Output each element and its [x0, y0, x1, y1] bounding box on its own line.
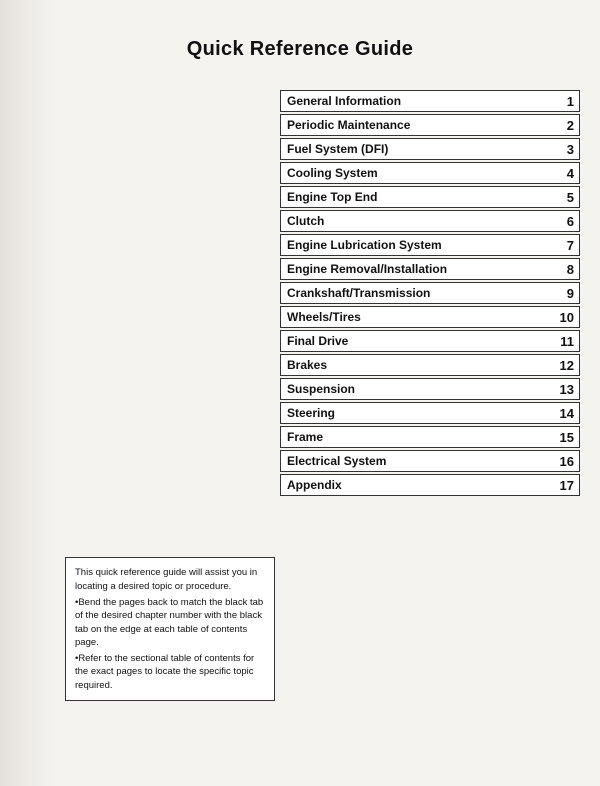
- toc-number: 7: [549, 235, 579, 255]
- note-line: This quick reference guide will assist y…: [75, 566, 265, 593]
- toc-row[interactable]: Suspension13: [280, 378, 580, 400]
- toc-label: Clutch: [281, 211, 549, 231]
- toc-number: 5: [549, 187, 579, 207]
- toc-label: Engine Top End: [281, 187, 549, 207]
- toc-row[interactable]: Steering14: [280, 402, 580, 424]
- note-line: •Bend the pages back to match the black …: [75, 596, 265, 649]
- toc-row[interactable]: Periodic Maintenance2: [280, 114, 580, 136]
- toc-row[interactable]: Final Drive11: [280, 330, 580, 352]
- toc-number: 3: [549, 139, 579, 159]
- toc-row[interactable]: Brakes12: [280, 354, 580, 376]
- toc-number: 10: [549, 307, 579, 327]
- toc-container: General Information1Periodic Maintenance…: [280, 90, 580, 498]
- toc-row[interactable]: Frame15: [280, 426, 580, 448]
- toc-label: Suspension: [281, 379, 549, 399]
- toc-number: 17: [549, 475, 579, 495]
- toc-number: 4: [549, 163, 579, 183]
- toc-row[interactable]: Crankshaft/Transmission9: [280, 282, 580, 304]
- note-box: This quick reference guide will assist y…: [65, 557, 275, 701]
- toc-row[interactable]: Wheels/Tires10: [280, 306, 580, 328]
- toc-label: General Information: [281, 91, 549, 111]
- toc-row[interactable]: Engine Top End5: [280, 186, 580, 208]
- toc-number: 15: [549, 427, 579, 447]
- toc-label: Final Drive: [281, 331, 549, 351]
- toc-label: Fuel System (DFI): [281, 139, 549, 159]
- toc-number: 11: [549, 331, 579, 351]
- page: Quick Reference Guide General Informatio…: [0, 0, 600, 786]
- toc-number: 12: [549, 355, 579, 375]
- toc-row[interactable]: Electrical System16: [280, 450, 580, 472]
- toc-label: Appendix: [281, 475, 549, 495]
- toc-number: 14: [549, 403, 579, 423]
- toc-row[interactable]: Fuel System (DFI)3: [280, 138, 580, 160]
- toc-number: 16: [549, 451, 579, 471]
- toc-number: 13: [549, 379, 579, 399]
- toc-number: 6: [549, 211, 579, 231]
- toc-row[interactable]: Engine Removal/Installation8: [280, 258, 580, 280]
- toc-row[interactable]: Appendix17: [280, 474, 580, 496]
- note-line: •Refer to the sectional table of content…: [75, 652, 265, 692]
- left-shadow: [0, 0, 55, 786]
- toc-label: Engine Lubrication System: [281, 235, 549, 255]
- page-title: Quick Reference Guide: [0, 0, 600, 79]
- toc-label: Cooling System: [281, 163, 549, 183]
- toc-label: Steering: [281, 403, 549, 423]
- toc-label: Frame: [281, 427, 549, 447]
- toc-number: 1: [549, 91, 579, 111]
- toc-number: 2: [549, 115, 579, 135]
- toc-label: Brakes: [281, 355, 549, 375]
- toc-row[interactable]: Cooling System4: [280, 162, 580, 184]
- toc-row[interactable]: Clutch6: [280, 210, 580, 232]
- toc-label: Electrical System: [281, 451, 549, 471]
- toc-label: Crankshaft/Transmission: [281, 283, 549, 303]
- toc-number: 8: [549, 259, 579, 279]
- toc-label: Engine Removal/Installation: [281, 259, 549, 279]
- toc-row[interactable]: Engine Lubrication System7: [280, 234, 580, 256]
- toc-label: Periodic Maintenance: [281, 115, 549, 135]
- toc-number: 9: [549, 283, 579, 303]
- toc-label: Wheels/Tires: [281, 307, 549, 327]
- toc-row[interactable]: General Information1: [280, 90, 580, 112]
